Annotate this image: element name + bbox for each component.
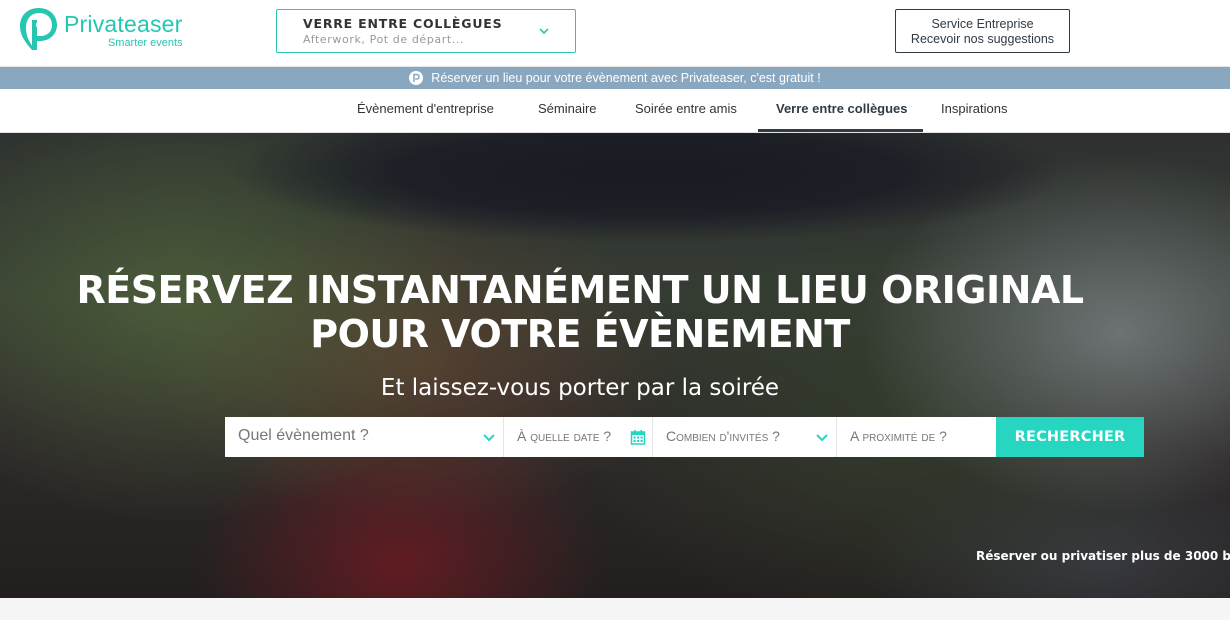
search-bar: Quel évènement ? À quelle date ? Combien [225,417,1144,457]
info-banner: Réserver un lieu pour votre évènement av… [0,67,1230,89]
service-button-line1: Service Entreprise [931,17,1034,31]
nav-item-inspirations[interactable]: Inspirations [941,89,1007,133]
calendar-icon [630,430,646,445]
guests-field[interactable]: Combien d'invités ? [653,417,837,457]
nav-item-seminaire[interactable]: Séminaire [538,89,597,133]
selector-subtitle: Afterwork, Pot de départ... [303,33,465,46]
chevron-down-icon [483,434,495,442]
hero-caption: Réserver ou privatiser plus de 3000 bars… [976,549,1230,563]
selector-title: VERRE ENTRE COLLÈGUES [303,16,503,31]
category-nav: Évènement d'entreprise Séminaire Soirée … [0,89,1230,133]
hero-title: RÉSERVEZ INSTANTANÉMENT UN LIEU ORIGINAL… [0,268,1160,356]
chevron-down-icon [539,28,549,35]
privateaser-badge-icon [409,71,424,85]
nav-item-evenement-entreprise[interactable]: Évènement d'entreprise [357,89,494,133]
nav-item-verre-entre-collegues[interactable]: Verre entre collègues [776,89,908,133]
header: Privateaser Smarter events VERRE ENTRE C… [0,0,1230,67]
brand-name: Privateaser [64,11,183,37]
event-type-placeholder: Quel évènement ? [238,427,369,444]
location-placeholder: A proximité de ? [850,428,947,444]
banner-text: Réserver un lieu pour votre évènement av… [431,71,821,85]
event-type-selector[interactable]: VERRE ENTRE COLLÈGUES Afterwork, Pot de … [276,9,576,53]
nav-item-soiree-entre-amis[interactable]: Soirée entre amis [635,89,737,133]
hero-background-image [0,133,1230,598]
service-entreprise-button[interactable]: Service Entreprise Recevoir nos suggesti… [895,9,1070,53]
logo[interactable]: Privateaser Smarter events [18,6,208,56]
search-button[interactable]: RECHERCHER [996,417,1144,457]
content-section-top [0,598,1230,620]
nav-active-indicator [758,129,923,132]
hero-title-line2: POUR VOTRE ÉVÈNEMENT [310,312,850,356]
chevron-down-icon [816,434,828,442]
date-field[interactable]: À quelle date ? [504,417,653,457]
service-button-line2: Recevoir nos suggestions [910,32,1055,46]
hero-section: RÉSERVEZ INSTANTANÉMENT UN LIEU ORIGINAL… [0,133,1230,598]
event-type-field[interactable]: Quel évènement ? [225,417,504,457]
guests-placeholder: Combien d'invités ? [666,428,780,444]
hero-subtitle: Et laissez-vous porter par la soirée [380,375,780,401]
brand-tagline: Smarter events [107,37,183,49]
privateaser-logo-icon [20,8,57,50]
date-placeholder: À quelle date ? [517,428,612,444]
location-field[interactable]: A proximité de ? [837,417,996,457]
hero-title-line1: RÉSERVEZ INSTANTANÉMENT UN LIEU ORIGINAL [76,268,1084,312]
